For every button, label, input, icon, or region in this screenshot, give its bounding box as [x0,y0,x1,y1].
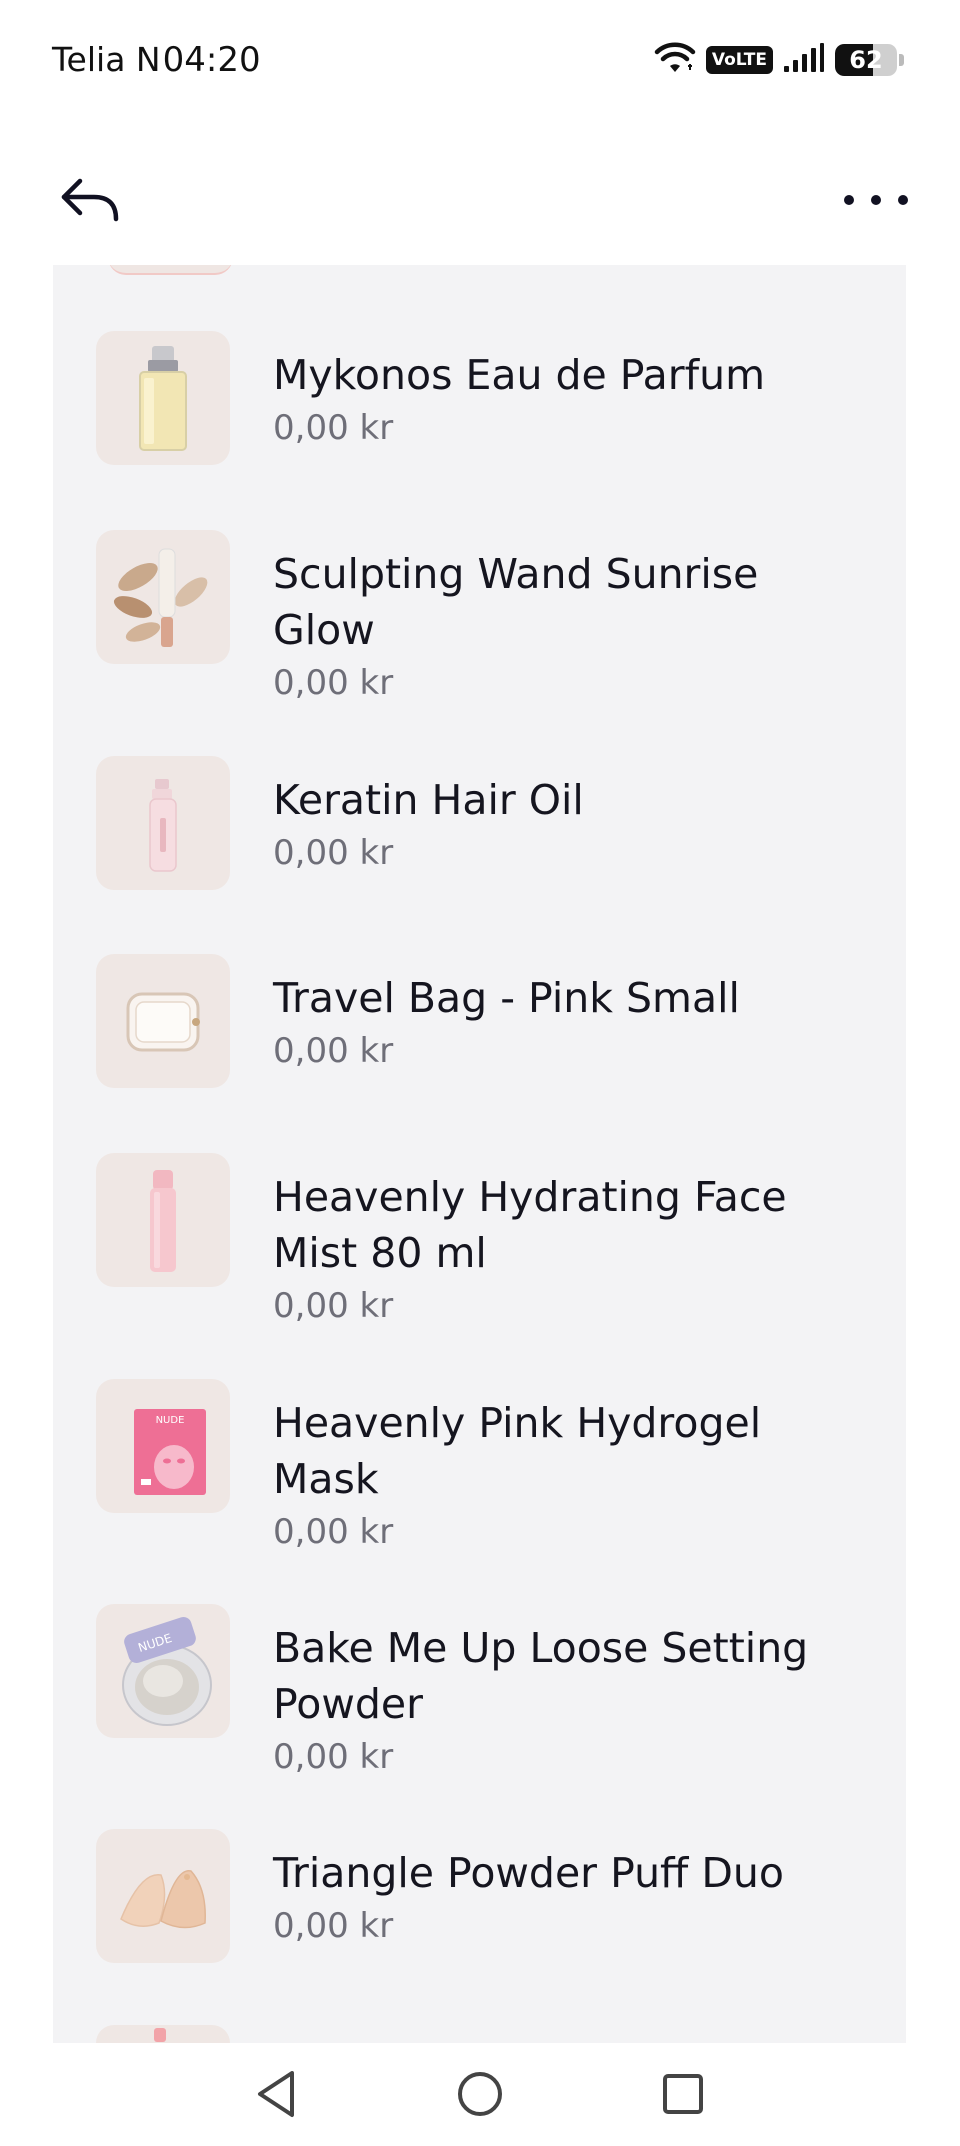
product-name: Keratin Hair Oil [273,776,584,824]
battery-icon: 62 [835,44,897,76]
product-name: Bake Me Up Loose Setting Powder [273,1624,809,1728]
product-name: Sculpting Wand Sunrise Glow [273,550,759,654]
item-info: Bake Me Up Loose Setting Powder 0,00 kr [273,1604,863,1781]
product-price: 0,00 kr [273,833,394,873]
product-price: 0,00 kr [273,1286,394,1326]
item-info: Heavenly Hydrating Face Mist 80 ml 0,00 … [273,1153,863,1330]
powder-puff-image [96,1829,230,1963]
volte-badge: VoLTE [705,46,773,74]
list-item[interactable]: Triangle Powder Puff Duo 0,00 kr [96,1829,876,1963]
nav-home-button[interactable] [435,2049,525,2139]
product-list-screen: Telia N 04:20 VoLTE 62 Mykonos Eau de Pa… [0,0,960,2146]
list-item[interactable]: Keratin Hair Oil 0,00 kr [96,756,876,890]
list-item[interactable]: Heavenly Hydrating Face Mist 80 ml 0,00 … [96,1153,876,1330]
battery-nub [899,54,904,66]
product-name: Heavenly Pink Hydrogel Mask [273,1399,762,1503]
nav-home-icon [458,2072,502,2116]
product-price: 0,00 kr [273,408,394,448]
back-arrow-icon [61,178,119,222]
wifi-icon [654,42,696,78]
app-bar [0,140,960,260]
setting-powder-image: NUDE [96,1604,230,1738]
product-price: 0,00 kr [273,1906,394,1946]
list-item[interactable]: NUDE Bake Me Up Loose Setting Powder 0,0… [96,1604,876,1781]
back-button[interactable] [50,160,130,240]
product-price: 0,00 kr [273,1031,394,1071]
list-item[interactable]: Travel Bag - Pink Small 0,00 kr [96,954,876,1088]
sculpting-wand-image [96,530,230,664]
travel-bag-image [96,954,230,1088]
product-name: Heavenly Hydrating Face Mist 80 ml [273,1173,787,1277]
list-item[interactable]: NUDE Heavenly Pink Hydrogel Mask 0,00 kr [96,1379,876,1556]
signal-icon [783,42,825,78]
nav-back-icon [258,2071,294,2117]
status-bar: Telia N 04:20 VoLTE 62 [0,0,960,120]
item-info: Heavenly Pink Hydrogel Mask 0,00 kr [273,1379,863,1556]
nav-recents-button[interactable] [638,2049,728,2139]
item-info: Travel Bag - Pink Small 0,00 kr [273,954,863,1075]
item-info: Mykonos Eau de Parfum 0,00 kr [273,331,863,452]
previous-item-peek [108,265,233,275]
more-options-button[interactable] [836,160,916,240]
list-item[interactable]: Sculpting Wand Sunrise Glow 0,00 kr [96,530,876,707]
carrier-label: Telia N [52,40,161,79]
nav-recents-icon [663,2074,703,2114]
perfume-bottle-image [96,331,230,465]
battery-percent: 62 [849,46,883,74]
system-nav-bar [0,2043,960,2146]
product-price: 0,00 kr [273,663,394,703]
item-info: Sculpting Wand Sunrise Glow 0,00 kr [273,530,863,707]
nav-back-button[interactable] [231,2049,321,2139]
face-mist-bottle-image [96,1153,230,1287]
brand-label: NUDE [156,1415,185,1426]
product-list[interactable]: Mykonos Eau de Parfum 0,00 kr Sculpting … [53,265,906,2043]
hair-oil-bottle-image [96,756,230,890]
product-name: Triangle Powder Puff Duo [273,1849,784,1897]
list-item[interactable]: Mykonos Eau de Parfum 0,00 kr [96,331,876,465]
item-info: Triangle Powder Puff Duo 0,00 kr [273,1829,863,1950]
status-right: VoLTE 62 [654,42,904,78]
next-item-peek [96,2025,230,2043]
product-name: Mykonos Eau de Parfum [273,351,766,399]
more-options-icon [844,195,908,205]
status-left: Telia N 04:20 [52,40,261,80]
product-price: 0,00 kr [273,1512,394,1552]
clock: 04:20 [162,40,261,80]
product-name: Travel Bag - Pink Small [273,974,740,1022]
item-info: Keratin Hair Oil 0,00 kr [273,756,863,877]
hydrogel-mask-image: NUDE [96,1379,230,1513]
product-price: 0,00 kr [273,1737,394,1777]
